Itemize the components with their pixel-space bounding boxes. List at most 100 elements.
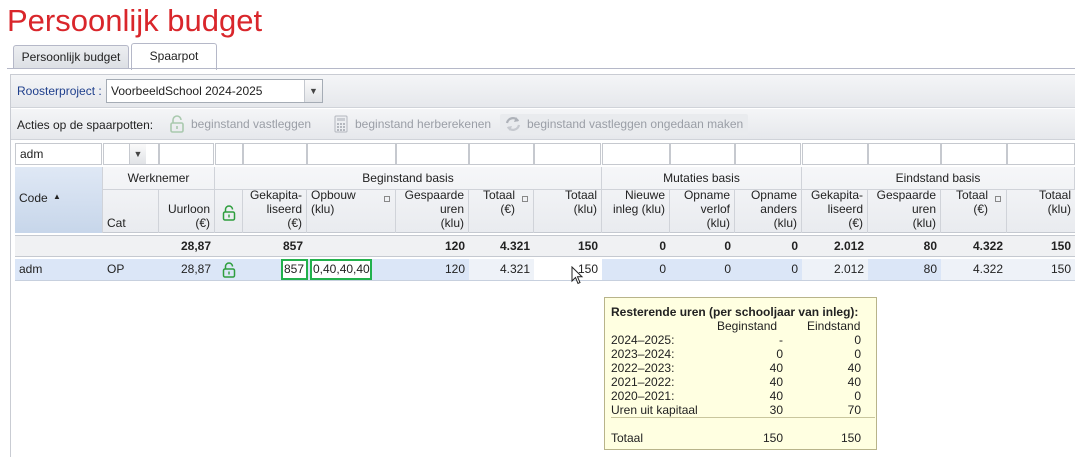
acties-toolbar: Acties op de spaarpotten: beginstand vas… — [11, 109, 1075, 140]
tooltip-row-label: 2024–2025: — [611, 333, 675, 347]
page-title: Persoonlijk budget — [7, 3, 263, 38]
totaal-klu2-filter-input[interactable] — [1007, 143, 1075, 165]
tooltip-total-row: Totaal 150 150 — [611, 431, 861, 445]
tooltip-row: 2023–2024: 0 0 — [611, 347, 861, 361]
column-menu-icon[interactable] — [384, 196, 390, 202]
opname-verlof-header-label: Opname verlof (klu) — [683, 190, 730, 230]
gekap2-filter-input[interactable] — [802, 143, 868, 165]
tab-persoonlijk-budget[interactable]: Persoonlijk budget — [13, 45, 129, 69]
calculator-icon — [334, 115, 348, 133]
total-nieuwe-inleg: 0 — [659, 239, 666, 253]
total-gespaarde2: 80 — [923, 239, 937, 253]
group-header-beginstand: Beginstand basis — [215, 167, 602, 190]
totaal-klu1-header-label: Totaal (klu) — [564, 190, 597, 216]
row-gespaarde2: 80 — [923, 262, 937, 276]
gespaarde1-header-label: Gespaarde uren (klu) — [404, 190, 464, 230]
column-header-code[interactable]: Code ▲ — [15, 167, 103, 233]
column-header-cat[interactable]: Cat — [103, 190, 159, 233]
tooltip-row-begin: - — [779, 333, 783, 347]
group-header-mutaties: Mutaties basis — [602, 167, 802, 190]
total-gespaarde1: 120 — [444, 239, 465, 253]
column-header-gespaarde2[interactable]: Gespaarde uren (klu) — [868, 190, 941, 233]
opbouw-header-label: Opbouw (klu) — [311, 190, 356, 216]
column-header-uurloon[interactable]: Uurloon (€) — [159, 190, 215, 233]
column-header-lock[interactable] — [215, 190, 243, 233]
opbouw-edit-field[interactable]: 0,40,40,40 — [310, 259, 372, 280]
totaal-eur1-filter-input[interactable] — [469, 143, 534, 165]
column-header-totaal-klu1[interactable]: Totaal (klu) — [534, 190, 602, 233]
uurloon-filter-input[interactable] — [159, 143, 214, 165]
tooltip-row-label: 2023–2024: — [611, 347, 675, 361]
undo-refresh-icon — [505, 117, 521, 131]
total-opname-verlof: 0 — [724, 239, 731, 253]
spaarpot-grid: adm ▼ Code ▲ Werknemer Beginstand basis … — [15, 143, 1075, 283]
column-header-gekap1[interactable]: Gekapita- liseerd (€) — [243, 190, 307, 233]
gespaarde1-filter-input[interactable] — [396, 143, 469, 165]
nieuwe-inleg-filter-input[interactable] — [602, 143, 670, 165]
column-header-nieuwe-inleg[interactable]: Nieuwe inleg (klu) — [602, 190, 670, 233]
opname-anders-filter-input[interactable] — [735, 143, 801, 165]
column-header-gekap2[interactable]: Gekapita- liseerd (€) — [802, 190, 868, 233]
tooltip-row-begin: 0 — [776, 347, 783, 361]
tooltip-row: 2021–2022: 40 40 — [611, 375, 861, 389]
tooltip-row: 2020–2021: 40 0 — [611, 389, 861, 403]
row-gekap2: 2.012 — [802, 259, 868, 280]
tooltip-row-begin: 40 — [769, 389, 783, 403]
beginstand-herberekenen-button[interactable]: beginstand herberekenen — [328, 114, 492, 135]
tab-spaarpot[interactable]: Spaarpot — [131, 43, 217, 70]
roosterproject-label: Roosterproject : — [17, 84, 102, 98]
beginstand-vastleggen-label: beginstand vastleggen — [191, 117, 312, 131]
beginstand-herberekenen-label: beginstand herberekenen — [355, 117, 492, 131]
table-row[interactable]: adm OP 28,87 857 0,40,40,40 120 4.321 15… — [15, 259, 1075, 281]
tooltip-col-eindstand: Eindstand — [807, 319, 861, 333]
column-header-totaal-klu2[interactable]: Totaal (klu) — [1007, 190, 1075, 233]
tooltip-col-beginstand: Beginstand — [717, 319, 778, 333]
beginstand-ongedaan-maken-button[interactable]: beginstand vastleggen ongedaan maken — [500, 114, 748, 135]
row-nieuwe-inleg: 0 — [659, 262, 666, 276]
beginstand-ongedaan-maken-label: beginstand vastleggen ongedaan maken — [527, 117, 744, 131]
nieuwe-inleg-header-label: Nieuwe inleg (klu) — [612, 190, 665, 216]
column-menu-icon[interactable] — [522, 196, 528, 202]
row-uurloon: 28,87 — [180, 262, 211, 276]
row-totaal-klu1[interactable]: 150 — [534, 259, 602, 280]
chevron-down-icon[interactable]: ▼ — [129, 144, 146, 164]
row-totaal-eur1: 4.321 — [469, 259, 534, 280]
roosterproject-select[interactable]: VoorbeeldSchool 2024-2025 ▼ — [106, 79, 323, 103]
totaal-klu1-filter-input[interactable] — [534, 143, 601, 165]
code-filter-value: adm — [20, 147, 44, 161]
tooltip-total-eind: 150 — [840, 431, 861, 445]
chevron-down-icon[interactable]: ▼ — [304, 80, 322, 102]
column-header-totaal-eur2[interactable]: Totaal (€) — [941, 190, 1007, 233]
group-header-eindstand: Eindstand basis — [802, 167, 1075, 190]
column-header-gespaarde1[interactable]: Gespaarde uren (klu) — [396, 190, 469, 233]
lock-open-icon[interactable] — [222, 262, 236, 278]
total-totaal-klu2: 150 — [1050, 239, 1071, 253]
roosterproject-toolbar: Roosterproject : VoorbeeldSchool 2024-20… — [11, 75, 1075, 108]
row-totaal-eur2: 4.322 — [941, 259, 1007, 280]
column-header-opname-verlof[interactable]: Opname verlof (klu) — [670, 190, 735, 233]
totaal-eur2-filter-input[interactable] — [941, 143, 1007, 165]
column-header-opbouw[interactable]: Opbouw (klu) — [307, 190, 396, 233]
gekap2-header-label: Gekapita- liseerd (€) — [810, 190, 863, 230]
beginstand-vastleggen-button[interactable]: beginstand vastleggen — [164, 114, 318, 135]
opname-anders-header-label: Opname anders (klu) — [750, 190, 797, 230]
tooltip-row-label: Uren uit kapitaal — [611, 403, 698, 417]
lock-open-icon — [170, 115, 184, 133]
column-header-opname-anders[interactable]: Opname anders (klu) — [735, 190, 802, 233]
acties-label: Acties op de spaarpotten: — [17, 118, 154, 132]
gespaarde2-filter-input[interactable] — [868, 143, 941, 165]
opname-verlof-filter-input[interactable] — [670, 143, 735, 165]
gekap1-filter-input[interactable] — [243, 143, 307, 165]
tooltip-divider — [611, 417, 875, 418]
opbouw-filter-input[interactable] — [307, 143, 396, 165]
code-filter-input[interactable]: adm — [15, 143, 102, 165]
column-header-totaal-eur1[interactable]: Totaal (€) — [469, 190, 534, 233]
cat-filter-select[interactable]: ▼ — [103, 143, 159, 165]
gekap1-edit-field[interactable]: 857 — [281, 259, 308, 280]
row-opname-verlof: 0 — [724, 262, 731, 276]
totaal-eur1-header-label: Totaal (€) — [482, 190, 515, 216]
column-menu-icon[interactable] — [995, 196, 1001, 202]
lock-filter-input[interactable] — [215, 143, 243, 165]
total-totaal-klu1: 150 — [577, 239, 598, 253]
totaal-klu2-header-label: Totaal (klu) — [1038, 190, 1071, 216]
